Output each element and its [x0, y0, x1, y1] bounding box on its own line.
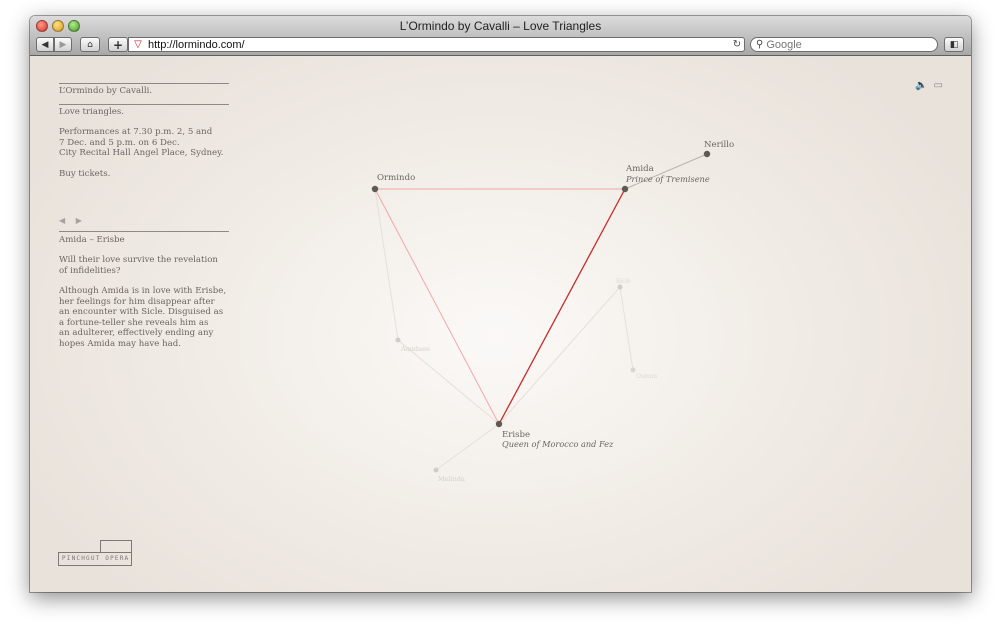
love-triangle-graph: Amidaeo Melinda Sicle Osman Ormindo Amid… [371, 140, 734, 483]
faded-node[interactable] [395, 337, 401, 343]
add-bookmark-button[interactable]: + [108, 37, 128, 52]
faded-node-label: Osman [636, 373, 657, 380]
node-nerillo-label[interactable]: Nerillo [704, 140, 734, 150]
back-button[interactable]: ◀ [36, 37, 54, 52]
address-bar[interactable]: ▽ http://lormindo.com/ ↻ [128, 37, 745, 52]
node-erisbe-subtitle: Queen of Morocco and Fez [502, 439, 614, 449]
node-amida[interactable] [621, 185, 629, 193]
faded-node[interactable] [630, 367, 636, 373]
faded-node-label: Amidaeo [400, 345, 430, 353]
bookmarks-button[interactable]: ◧ [944, 37, 964, 52]
url-text[interactable]: http://lormindo.com/ [148, 39, 730, 51]
faded-node[interactable] [433, 467, 439, 473]
window-title: L’Ormindo by Cavalli – Love Triangles [399, 19, 602, 33]
search-icon: ⚲ [756, 39, 764, 50]
search-field[interactable]: ⚲ Google [750, 37, 938, 52]
browser-toolbar: L’Ormindo by Cavalli – Love Triangles ◀ … [30, 16, 971, 56]
forward-button[interactable]: ▶ [54, 37, 72, 52]
reload-icon[interactable]: ↻ [730, 39, 744, 50]
faded-node[interactable] [617, 284, 623, 290]
bookmarks-icon: ◧ [949, 39, 959, 50]
faded-edge [619, 286, 634, 371]
node-ormindo[interactable] [371, 185, 379, 193]
forward-icon: ▶ [59, 39, 67, 50]
favicon-icon: ▽ [134, 39, 142, 50]
node-ormindo-label[interactable]: Ormindo [377, 173, 415, 183]
search-placeholder: Google [766, 38, 802, 51]
node-nerillo[interactable] [703, 150, 711, 158]
back-icon: ◀ [41, 39, 49, 50]
faded-edge [435, 423, 500, 471]
node-erisbe[interactable] [495, 420, 503, 428]
faded-node-label: Melinda [438, 475, 465, 483]
node-amida-label[interactable]: Amida [625, 164, 654, 174]
edge-ormindo-erisbe[interactable] [374, 188, 500, 425]
edge-amida-erisbe[interactable] [498, 188, 626, 425]
plus-icon: + [112, 37, 124, 52]
faded-node-label: Sicle [616, 278, 631, 285]
home-icon: ⌂ [87, 39, 93, 50]
browser-window: L’Ormindo by Cavalli – Love Triangles ◀ … [30, 16, 971, 592]
web-page: L’Ormindo by Cavalli. Love triangles. Pe… [30, 56, 971, 592]
faded-edge [498, 286, 621, 425]
home-button[interactable]: ⌂ [80, 37, 100, 52]
node-amida-subtitle: Prince of Tremisene [625, 174, 710, 184]
